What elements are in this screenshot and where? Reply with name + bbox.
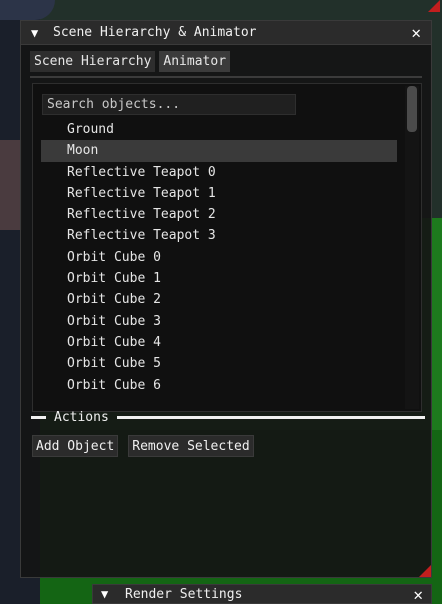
- close-icon[interactable]: ✕: [413, 585, 423, 604]
- collapse-arrow-icon[interactable]: ▼: [31, 26, 41, 40]
- list-item[interactable]: Orbit Cube 0: [41, 247, 397, 268]
- list-item[interactable]: Moon: [41, 140, 397, 162]
- list-item[interactable]: Reflective Teapot 0: [41, 162, 397, 183]
- separator-line: [31, 415, 46, 419]
- scrollbar-thumb[interactable]: [407, 86, 417, 132]
- separator-line: [116, 415, 425, 419]
- actions-label: Actions: [54, 409, 109, 425]
- remove-selected-button[interactable]: Remove Selected: [128, 435, 254, 457]
- object-list-panel: GroundMoonReflective Teapot 0Reflective …: [32, 83, 422, 412]
- list-item[interactable]: Reflective Teapot 2: [41, 204, 397, 225]
- list-item[interactable]: Orbit Cube 2: [41, 289, 397, 310]
- render-settings-window[interactable]: ▼ Render Settings ✕: [92, 584, 432, 604]
- list-item[interactable]: Reflective Teapot 3: [41, 225, 397, 246]
- scrollbar[interactable]: [405, 86, 419, 409]
- list-item[interactable]: Ground: [41, 119, 397, 140]
- list-item[interactable]: Orbit Cube 6: [41, 375, 397, 396]
- scene-hierarchy-window: ▼ Scene Hierarchy & Animator ✕ Scene Hie…: [20, 20, 432, 578]
- resize-grip-top[interactable]: [428, 0, 440, 12]
- close-icon[interactable]: ✕: [411, 23, 421, 42]
- list-item[interactable]: Orbit Cube 1: [41, 268, 397, 289]
- list-item[interactable]: Reflective Teapot 1: [41, 183, 397, 204]
- list-item[interactable]: Orbit Cube 4: [41, 332, 397, 353]
- list-item[interactable]: Orbit Cube 3: [41, 311, 397, 332]
- search-input[interactable]: [42, 94, 296, 115]
- actions-section-header: Actions: [31, 407, 425, 427]
- expand-arrow-icon[interactable]: ▼: [101, 587, 111, 601]
- add-object-button[interactable]: Add Object: [32, 435, 119, 457]
- tab-animator[interactable]: Animator: [159, 51, 231, 72]
- tab-scene-hierarchy[interactable]: Scene Hierarchy: [30, 51, 156, 72]
- scene-character-face: [0, 140, 22, 230]
- resize-grip[interactable]: [419, 565, 431, 577]
- actions-bar: Add Object Remove Selected: [32, 435, 254, 457]
- window-titlebar[interactable]: ▼ Scene Hierarchy & Animator ✕: [21, 21, 431, 45]
- object-list: Ground Moon Reflective Teapot 0 Reflective …: [41, 119, 397, 396]
- tab-bar: Scene Hierarchy Animator: [21, 45, 431, 76]
- window-title: Scene Hierarchy & Animator: [53, 25, 257, 40]
- tab-underline: [30, 76, 422, 78]
- render-settings-title: Render Settings: [125, 586, 243, 602]
- list-item[interactable]: Orbit Cube 5: [41, 353, 397, 374]
